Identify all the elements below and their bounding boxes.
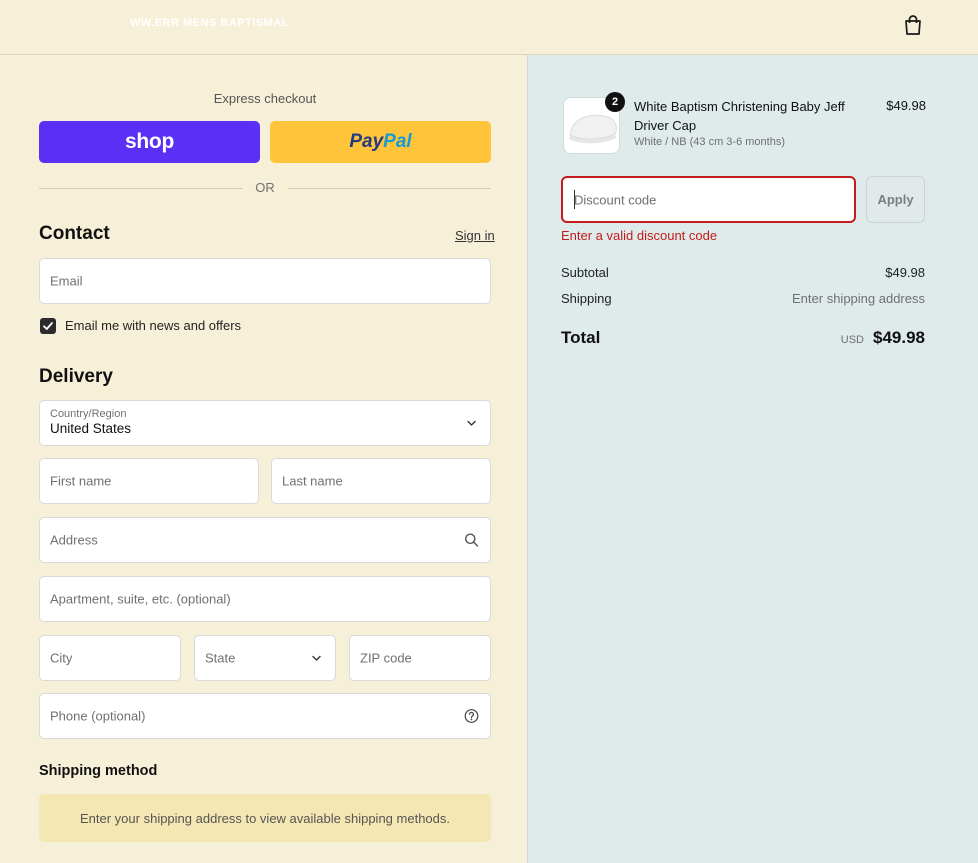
shop-pay-label: shop	[125, 130, 174, 153]
city-placeholder: City	[50, 650, 73, 666]
first-name-placeholder: First name	[50, 473, 112, 489]
address-placeholder: Address	[50, 532, 98, 548]
country-select[interactable]: Country/Region United States	[39, 400, 491, 446]
or-divider: OR	[39, 179, 491, 197]
address-field[interactable]: Address	[39, 517, 491, 563]
chevron-down-icon	[467, 420, 476, 426]
express-checkout-title: Express checkout	[213, 91, 317, 106]
zip-field[interactable]: ZIP code	[349, 635, 491, 681]
paypal-label-part2: Pal	[383, 131, 412, 152]
product-variant: White / NB (43 cm 3-6 months)	[634, 136, 785, 148]
newsletter-checkbox[interactable]	[40, 318, 56, 334]
shop-pay-button[interactable]: shop	[39, 121, 260, 163]
check-icon	[43, 322, 53, 330]
state-select[interactable]: State	[194, 635, 336, 681]
apply-label: Apply	[877, 192, 914, 207]
discount-code-placeholder: Discount code	[574, 192, 657, 207]
zip-placeholder: ZIP code	[360, 650, 412, 666]
apartment-placeholder: Apartment, suite, etc. (optional)	[50, 591, 231, 607]
search-icon	[465, 533, 479, 547]
quantity-badge: 2	[605, 92, 625, 112]
paypal-label-part1: Pay	[349, 131, 384, 152]
store-logo[interactable]: WW.ERR MENS BAPTISMAL	[130, 17, 289, 29]
phone-field[interactable]: Phone (optional)	[39, 693, 491, 739]
apply-button[interactable]: Apply	[866, 176, 925, 223]
email-field[interactable]: Email	[39, 258, 491, 304]
sign-in-link[interactable]: Sign in	[455, 228, 495, 243]
shipping-label: Shipping	[561, 291, 612, 306]
state-placeholder: State	[205, 650, 236, 666]
contact-title: Contact	[39, 223, 110, 244]
bag-icon[interactable]	[903, 14, 923, 36]
order-summary-column: 2 White Baptism Christening Baby Jeff Dr…	[527, 55, 978, 863]
email-placeholder: Email	[50, 273, 83, 289]
country-value: United States	[50, 421, 132, 436]
help-circle-icon[interactable]	[464, 709, 479, 724]
last-name-field[interactable]: Last name	[271, 458, 491, 504]
checkout-form-column: Express checkout shop Pay Pal OR Contact …	[0, 55, 527, 863]
discount-code-field[interactable]: Discount code	[561, 176, 856, 223]
first-name-field[interactable]: First name	[39, 458, 259, 504]
shipping-method-title: Shipping method	[39, 763, 158, 779]
product-price: $49.98	[886, 98, 926, 113]
or-text: OR	[255, 180, 275, 195]
header: WW.ERR MENS BAPTISMAL	[0, 0, 978, 55]
subtotal-value: $49.98	[885, 265, 925, 280]
subtotal-label: Subtotal	[561, 265, 609, 280]
phone-placeholder: Phone (optional)	[50, 708, 146, 724]
last-name-placeholder: Last name	[282, 473, 343, 489]
discount-error: Enter a valid discount code	[561, 228, 718, 243]
delivery-title: Delivery	[39, 366, 113, 387]
chevron-down-icon	[312, 655, 321, 661]
total-label: Total	[561, 328, 601, 347]
newsletter-label: Email me with news and offers	[65, 318, 242, 333]
total-amount: $49.98	[873, 328, 925, 347]
apartment-field[interactable]: Apartment, suite, etc. (optional)	[39, 576, 491, 622]
country-label: Country/Region	[50, 408, 127, 420]
shipping-method-message: Enter your shipping address to view avai…	[80, 810, 450, 826]
product-name: White Baptism Christening Baby Jeff Driv…	[634, 99, 845, 133]
paypal-button[interactable]: Pay Pal	[270, 121, 491, 163]
shipping-method-notice: Enter your shipping address to view avai…	[39, 794, 491, 842]
city-field[interactable]: City	[39, 635, 181, 681]
shipping-value: Enter shipping address	[792, 291, 925, 306]
